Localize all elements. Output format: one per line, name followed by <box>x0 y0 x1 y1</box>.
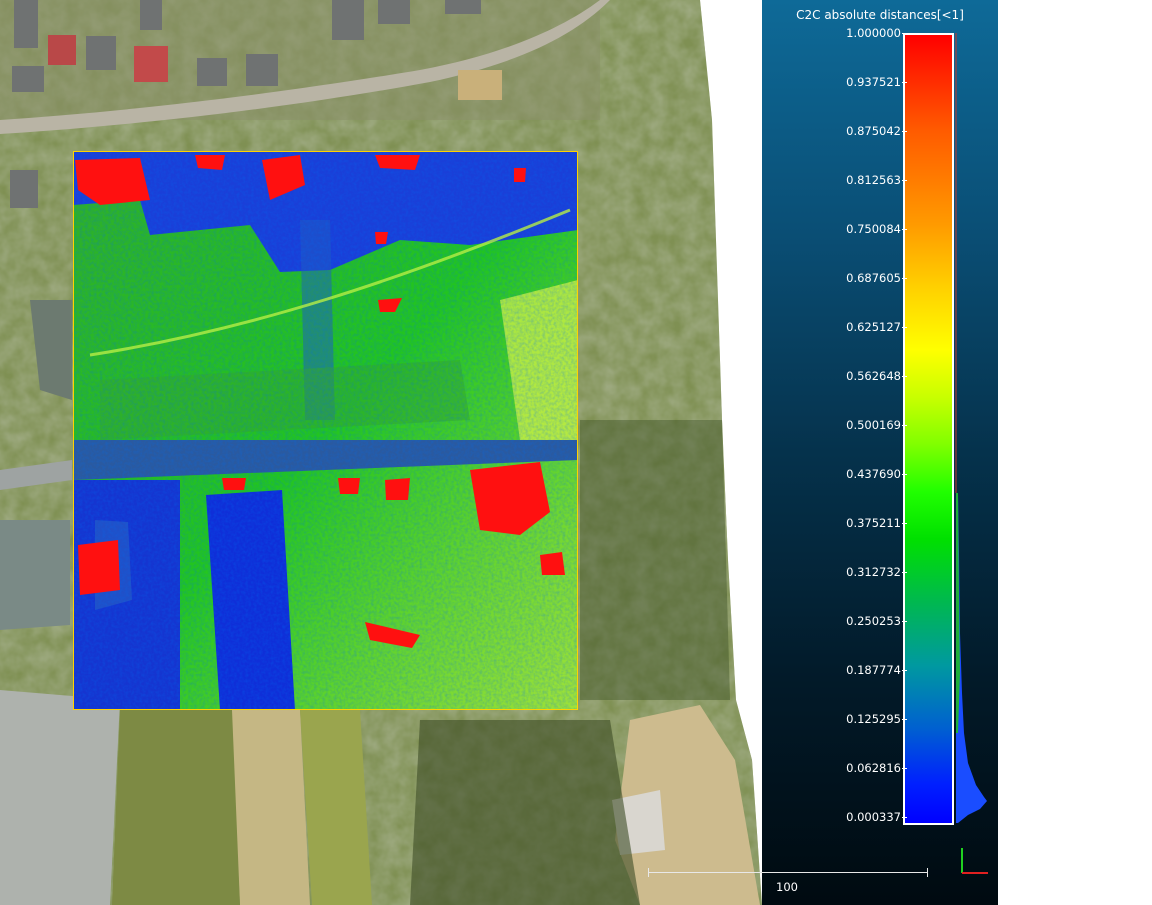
color-scale-tick: 0.375211 <box>846 516 907 530</box>
color-scale-bar <box>903 33 954 825</box>
scale-label: 100 <box>776 880 798 894</box>
color-scale-tick: 0.187774 <box>846 663 907 677</box>
color-scale-tick: 0.875042 <box>846 124 907 138</box>
color-scale-tick: 0.312732 <box>846 565 907 579</box>
color-scale-tick: 0.500169 <box>846 418 907 432</box>
color-scale-tick: 1.000000 <box>846 26 907 40</box>
color-scale-tick: 0.250253 <box>846 614 907 628</box>
color-scale-tick: 0.437690 <box>846 467 907 481</box>
color-scale-tick: 0.000337 <box>846 810 907 824</box>
color-scale-tick: 0.625127 <box>846 320 907 334</box>
color-scale-tick: 0.125295 <box>846 712 907 726</box>
color-scale-tick: 0.937521 <box>846 75 907 89</box>
scale-bar <box>648 868 928 878</box>
point-cloud-render[interactable] <box>0 0 762 905</box>
scalar-field-panel: C2C absolute distances[<1] 1.000000 0.937… <box>762 0 998 905</box>
color-scale-tick: 0.062816 <box>846 761 907 775</box>
color-scale-tick: 0.750084 <box>846 222 907 236</box>
axis-trihedron-icon <box>961 848 988 874</box>
scalar-field-title: C2C absolute distances[<1] <box>796 8 964 22</box>
color-scale-tick: 0.687605 <box>846 271 907 285</box>
color-scale-tick: 0.562648 <box>846 369 907 383</box>
color-scale-tick: 0.812563 <box>846 173 907 187</box>
histogram-icon <box>955 33 987 823</box>
